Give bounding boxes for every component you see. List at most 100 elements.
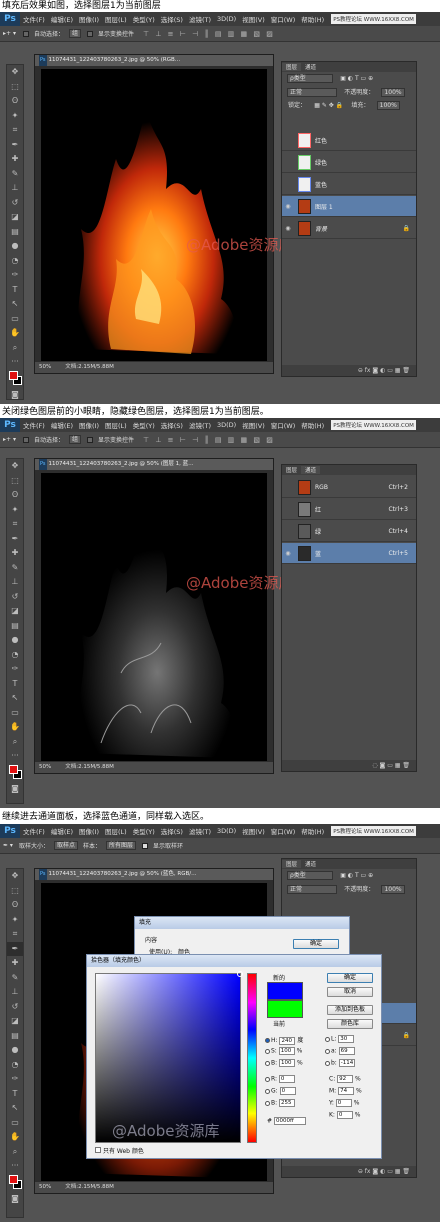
brush-tool-icon[interactable]: ✎ bbox=[7, 561, 23, 576]
more-tools-icon[interactable]: ··· bbox=[7, 1159, 23, 1174]
zoom-tool-icon[interactable]: ⌕ bbox=[7, 1145, 23, 1160]
menu-view[interactable]: 视图(V) bbox=[239, 14, 268, 24]
gradient-icon[interactable]: ▤ bbox=[7, 1029, 23, 1044]
menu-filter[interactable]: 滤镜(T) bbox=[186, 420, 214, 430]
brush-tool-icon[interactable]: ✎ bbox=[7, 167, 23, 182]
l-input[interactable]: 30 bbox=[338, 1035, 355, 1043]
tab-channels[interactable]: 通道 bbox=[301, 466, 321, 474]
menu-edit[interactable]: 编辑(E) bbox=[48, 14, 76, 24]
tab-layers[interactable]: 图层 bbox=[282, 63, 302, 71]
foreground-color[interactable] bbox=[9, 370, 18, 380]
canvas[interactable] bbox=[41, 69, 267, 361]
color-libraries-button[interactable]: 颜色库 bbox=[327, 1019, 373, 1029]
b-input[interactable]: 255 bbox=[279, 1099, 296, 1107]
g-input[interactable]: 0 bbox=[279, 1087, 296, 1095]
document-tab[interactable]: Ps 11074431_122403780263_2.jpg @ 50% (图层 … bbox=[35, 459, 273, 470]
blur-icon[interactable]: ● bbox=[7, 633, 23, 648]
menu-select[interactable]: 选择(S) bbox=[158, 826, 186, 836]
shape-tool-icon[interactable]: ▭ bbox=[7, 312, 23, 327]
hand-tool-icon[interactable]: ✋ bbox=[7, 1130, 23, 1145]
opacity-input[interactable]: 100% bbox=[381, 88, 405, 97]
color-swatches[interactable] bbox=[7, 370, 23, 388]
gradient-icon[interactable]: ▤ bbox=[7, 619, 23, 634]
g-radio[interactable] bbox=[265, 1088, 270, 1094]
fill-ok-button[interactable]: 确定 bbox=[293, 939, 339, 949]
dodge-icon[interactable]: ◔ bbox=[7, 648, 23, 663]
more-tools-icon[interactable]: ··· bbox=[7, 355, 23, 370]
layer-row-green[interactable]: 绿色 bbox=[282, 152, 416, 173]
marquee-tool-icon[interactable]: ⬚ bbox=[7, 80, 23, 95]
document-tab[interactable]: Ps 11074431_1224037802​63_2.jpg @ 50% (RG… bbox=[35, 55, 273, 66]
path-select-icon[interactable]: ↖ bbox=[7, 691, 23, 706]
cancel-button[interactable]: 取消 bbox=[327, 987, 373, 997]
eye-icon[interactable]: ◉ bbox=[282, 550, 294, 557]
layer-row-red[interactable]: 红色 bbox=[282, 130, 416, 151]
quick-mask-icon[interactable]: ◙ bbox=[7, 782, 23, 797]
menu-select[interactable]: 选择(S) bbox=[158, 14, 186, 24]
blend-mode-dropdown[interactable]: 正常 bbox=[287, 885, 337, 894]
more-tools-icon[interactable]: ··· bbox=[7, 749, 23, 764]
h-input[interactable]: 240 bbox=[279, 1036, 296, 1045]
lasso-tool-icon[interactable]: ʘ bbox=[7, 94, 23, 109]
dodge-icon[interactable]: ◔ bbox=[7, 1058, 23, 1073]
menu-type[interactable]: 类型(Y) bbox=[130, 420, 158, 430]
type-tool-icon[interactable]: T bbox=[7, 283, 23, 298]
marquee-tool-icon[interactable]: ⬚ bbox=[7, 474, 23, 489]
b-radio[interactable] bbox=[265, 1100, 270, 1106]
filter-icons[interactable]: ▣ ◐ T ▭ ⊕ bbox=[337, 872, 376, 879]
hand-tool-icon[interactable]: ✋ bbox=[7, 326, 23, 341]
menu-type[interactable]: 类型(Y) bbox=[130, 826, 158, 836]
move-tool-icon[interactable]: ▸+ ▾ bbox=[0, 30, 19, 37]
menu-layer[interactable]: 图层(L) bbox=[102, 420, 130, 430]
opacity-input[interactable]: 100% bbox=[381, 885, 405, 894]
menu-file[interactable]: 文件(F) bbox=[20, 14, 48, 24]
healing-brush-icon[interactable]: ✚ bbox=[7, 152, 23, 167]
eyedropper-icon[interactable]: ✒ bbox=[7, 532, 23, 547]
brush-tool-icon[interactable]: ✎ bbox=[7, 971, 23, 986]
eye-icon[interactable]: ◉ bbox=[282, 225, 294, 232]
move-tool-icon[interactable]: ✥ bbox=[7, 869, 23, 884]
y-input[interactable]: 0 bbox=[335, 1099, 352, 1107]
layer-footer-icons[interactable]: ⊖ fx ◙ ◐ ▭ ▦ 🗑 bbox=[358, 367, 410, 374]
show-transform-checkbox[interactable] bbox=[87, 436, 93, 443]
menu-window[interactable]: 窗口(W) bbox=[268, 14, 299, 24]
healing-brush-icon[interactable]: ✚ bbox=[7, 956, 23, 971]
menu-layer[interactable]: 图层(L) bbox=[102, 14, 130, 24]
blend-mode-dropdown[interactable]: 正常 bbox=[287, 88, 337, 97]
marquee-tool-icon[interactable]: ⬚ bbox=[7, 884, 23, 899]
hex-input[interactable]: 0000ff bbox=[273, 1117, 306, 1125]
menu-layer[interactable]: 图层(L) bbox=[102, 826, 130, 836]
eyedropper-icon[interactable]: ✒ bbox=[7, 138, 23, 153]
menu-view[interactable]: 视图(V) bbox=[239, 420, 268, 430]
zoom-level[interactable]: 50% bbox=[39, 764, 51, 770]
tab-layers[interactable]: 图层 bbox=[282, 466, 301, 474]
move-tool-icon[interactable]: ✥ bbox=[7, 459, 23, 474]
a-input[interactable]: 69 bbox=[338, 1047, 355, 1055]
history-brush-icon[interactable]: ↺ bbox=[7, 1000, 23, 1015]
m-input[interactable]: 74 bbox=[338, 1087, 355, 1095]
shape-tool-icon[interactable]: ▭ bbox=[7, 706, 23, 721]
menu-filter[interactable]: 滤镜(T) bbox=[186, 14, 214, 24]
s-input[interactable]: 100 bbox=[278, 1047, 295, 1055]
c-input[interactable]: 92 bbox=[337, 1075, 354, 1083]
type-tool-icon[interactable]: T bbox=[7, 1087, 23, 1102]
magic-wand-icon[interactable]: ✦ bbox=[7, 503, 23, 518]
sample-dropdown[interactable]: 所有图层 bbox=[106, 841, 137, 850]
pen-tool-icon[interactable]: ✑ bbox=[7, 268, 23, 283]
crop-tool-icon[interactable]: ⌗ bbox=[7, 517, 23, 532]
menu-3d[interactable]: 3D(D) bbox=[214, 421, 239, 429]
layer-row-blue[interactable]: 蓝色 bbox=[282, 174, 416, 195]
path-select-icon[interactable]: ↖ bbox=[7, 297, 23, 312]
channel-row-rgb[interactable]: RGB Ctrl+2 bbox=[282, 477, 416, 498]
layer-footer-icons[interactable]: ⊖ fx ◙ ◐ ▭ ▦ 🗑 bbox=[358, 1168, 410, 1175]
layer-row-layer1[interactable]: ◉ 图层 1 bbox=[282, 196, 416, 217]
channel-row-red[interactable]: 红 Ctrl+3 bbox=[282, 499, 416, 520]
path-select-icon[interactable]: ↖ bbox=[7, 1101, 23, 1116]
show-transform-checkbox[interactable] bbox=[87, 30, 93, 37]
pen-tool-icon[interactable]: ✑ bbox=[7, 1072, 23, 1087]
filter-icons[interactable]: ▣ ◐ T ▭ ⊕ bbox=[337, 75, 376, 82]
blur-icon[interactable]: ● bbox=[7, 239, 23, 254]
color-swatches[interactable] bbox=[7, 1174, 23, 1192]
channel-row-blue[interactable]: ◉ 蓝 Ctrl+5 bbox=[282, 543, 416, 564]
menu-help[interactable]: 帮助(H) bbox=[298, 14, 327, 24]
